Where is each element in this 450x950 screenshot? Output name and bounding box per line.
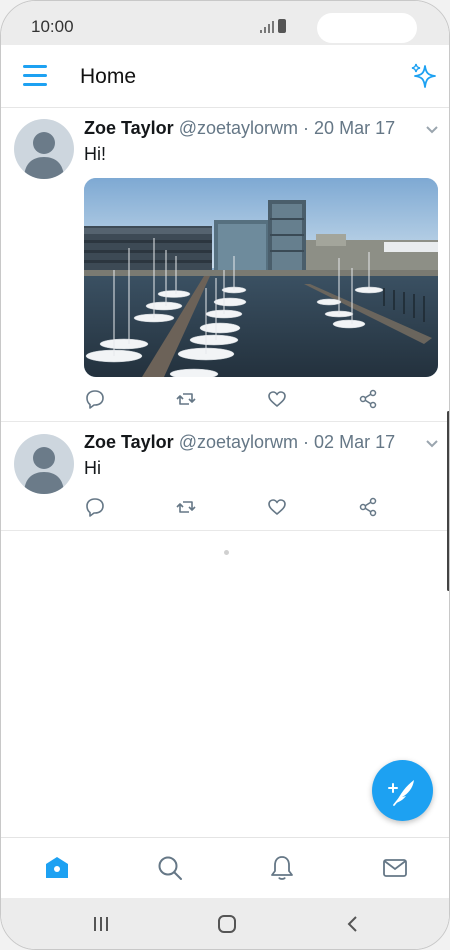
camera-cutout	[317, 13, 417, 43]
chevron-down-icon[interactable]	[424, 438, 440, 450]
status-bar: 10:00	[1, 1, 449, 45]
like-icon[interactable]	[266, 496, 288, 518]
app-bar: Home	[1, 45, 449, 108]
retweet-icon[interactable]	[175, 496, 197, 518]
tweet[interactable]: Zoe Taylor @zoetaylorwm · 02 Mar 17 Hi	[1, 422, 449, 531]
tweet-date: 20 Mar 17	[314, 118, 396, 138]
phone-screen: 10:00 Home Zoe Taylor @zoetaylorwm · 20 …	[0, 0, 450, 950]
timeline: Zoe Taylor @zoetaylorwm · 20 Mar 17 Hi!	[1, 108, 449, 531]
compose-button[interactable]	[372, 760, 433, 821]
bottom-navigation	[1, 837, 449, 899]
menu-button[interactable]	[23, 65, 49, 87]
tweet-header: Zoe Taylor @zoetaylorwm · 20 Mar 17	[84, 118, 395, 139]
system-nav-bar	[1, 898, 449, 949]
author-handle: @zoetaylorwm	[178, 432, 299, 452]
reply-icon[interactable]	[84, 496, 106, 518]
mail-icon[interactable]	[381, 854, 409, 882]
home-button-icon[interactable]	[216, 914, 238, 934]
loading-indicator	[224, 550, 229, 555]
separator-dot: ·	[303, 432, 310, 452]
tweet-date: 02 Mar 17	[314, 432, 396, 452]
author-name[interactable]: Zoe Taylor	[84, 432, 174, 452]
home-icon[interactable]	[43, 854, 71, 882]
avatar[interactable]	[14, 434, 74, 494]
sparkle-icon[interactable]	[409, 61, 439, 91]
tweet-image[interactable]	[84, 178, 438, 377]
separator-dot: ·	[303, 118, 310, 138]
signal-icon	[260, 21, 274, 33]
bell-icon[interactable]	[268, 854, 296, 882]
search-icon[interactable]	[156, 854, 184, 882]
like-icon[interactable]	[266, 388, 288, 410]
tweet-text: Hi!	[84, 144, 106, 164]
share-icon[interactable]	[357, 496, 379, 518]
avatar[interactable]	[14, 119, 74, 179]
author-name[interactable]: Zoe Taylor	[84, 118, 174, 138]
tweet-text: Hi	[84, 458, 101, 478]
page-title: Home	[80, 65, 137, 88]
back-icon[interactable]	[342, 914, 364, 934]
user-icon	[24, 447, 64, 494]
author-handle: @zoetaylorwm	[178, 118, 299, 138]
compose-feather-icon	[388, 780, 414, 806]
status-time: 10:00	[31, 17, 74, 36]
harbor-photo	[84, 178, 438, 377]
tweet-header: Zoe Taylor @zoetaylorwm · 02 Mar 17	[84, 432, 395, 453]
share-icon[interactable]	[357, 388, 379, 410]
reply-icon[interactable]	[84, 388, 106, 410]
recent-apps-icon[interactable]	[90, 914, 112, 934]
menu-icon-bar	[23, 83, 47, 86]
user-icon	[24, 132, 64, 179]
menu-icon	[23, 65, 47, 68]
retweet-icon[interactable]	[175, 388, 197, 410]
battery-icon	[278, 19, 286, 33]
chevron-down-icon[interactable]	[424, 124, 440, 136]
tweet[interactable]: Zoe Taylor @zoetaylorwm · 20 Mar 17 Hi!	[1, 108, 449, 422]
menu-icon-bar	[23, 74, 47, 77]
